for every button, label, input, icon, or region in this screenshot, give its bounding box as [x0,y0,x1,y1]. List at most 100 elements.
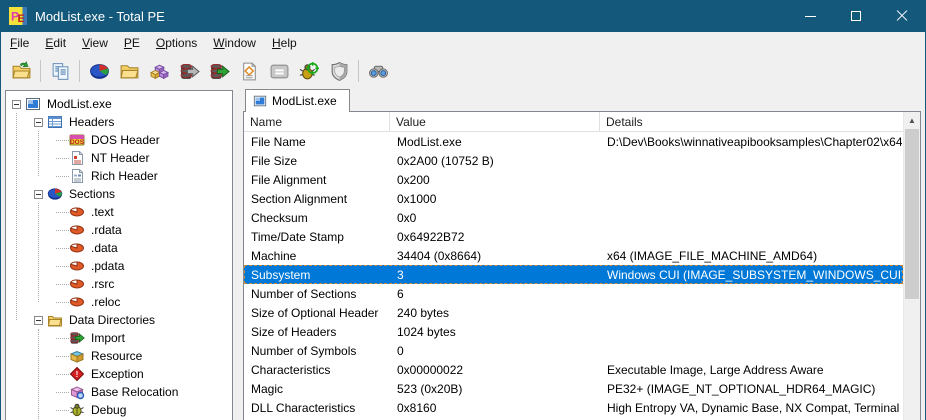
tree-item-data[interactable]: .data [6,239,232,257]
menu-item-help[interactable]: Help [264,33,305,53]
tree-connector [56,248,69,249]
caption-buttons [787,0,925,32]
cell-name: DLL Characteristics [245,401,391,415]
column-header-details[interactable]: Details [600,112,903,131]
tree-item-label: .rdata [88,222,125,238]
table-row-file-name[interactable]: File NameModList.exeD:\Dev\Books\winnati… [244,132,903,151]
section-slice-icon [69,294,85,310]
cell-name: Size of Headers [245,325,391,339]
tree-connector [56,230,69,231]
tree-item-headers[interactable]: Headers [6,113,232,131]
table-row-magic[interactable]: Magic523 (0x20B)PE32+ (IMAGE_NT_OPTIONAL… [244,379,903,398]
scrollbar-thumb[interactable] [905,129,919,299]
svg-text:DOS: DOS [70,139,85,146]
cell-value: 0x00000022 [391,363,601,377]
column-header-name[interactable]: Name [244,112,390,131]
table-row-time-date-stamp[interactable]: Time/Date Stamp0x64922B72 [244,227,903,246]
cell-details: PE32+ (IMAGE_NT_OPTIONAL_HDR64_MAGIC) [601,382,902,396]
tree-item-label: .text [88,204,117,220]
table-row-checksum[interactable]: Checksum0x0 [244,208,903,227]
tree-item-resource[interactable]: Resource [6,347,232,365]
open-folder-icon [119,61,140,82]
menu-item-options[interactable]: Options [148,33,205,53]
table-row-section-alignment[interactable]: Section Alignment0x1000 [244,189,903,208]
tree-item-nt-header[interactable]: NT Header [6,149,232,167]
toolbar-button-sections[interactable] [144,57,174,85]
cell-name: Characteristics [245,363,391,377]
tree-item-sections[interactable]: Sections [6,185,232,203]
tree-item-text[interactable]: .text [6,203,232,221]
tree-item-dos-header[interactable]: DOSDOS Header [6,131,232,149]
tree-item-base-relocation[interactable]: Base Relocation [6,383,232,401]
menu-item-view[interactable]: View [74,33,116,53]
minimize-button[interactable] [787,0,833,32]
tree-item-label: DOS Header [88,132,163,148]
cell-name: Machine [245,249,391,263]
debug-bug-icon [69,402,85,418]
toolbar-button-open-folder[interactable] [114,57,144,85]
table-row-size-of-headers[interactable]: Size of Headers1024 bytes [244,322,903,341]
toolbar-button-import-database[interactable] [204,57,234,85]
section-slice-icon [69,240,85,256]
cell-value: 34404 (0x8664) [391,249,601,263]
tree-item-reloc[interactable]: .reloc [6,293,232,311]
tree-item-exception[interactable]: !Exception [6,365,232,383]
collapse-expander-icon[interactable] [34,316,43,325]
toolbar-separator [40,60,41,82]
column-header-value[interactable]: Value [390,112,600,131]
table-row-file-size[interactable]: File Size0x2A00 (10752 B) [244,151,903,170]
tree-connector [56,374,69,375]
tree-item-modlist-exe[interactable]: ModList.exe [6,95,232,113]
toolbar-button-debug-target[interactable] [294,57,324,85]
tree-item-rich-header[interactable]: Rich Header [6,167,232,185]
menu-item-pe[interactable]: PE [116,33,148,53]
menu-item-edit[interactable]: Edit [37,33,74,53]
window-title: ModList.exe - Total PE [35,9,165,24]
toolbar-button-copy[interactable] [45,57,75,85]
toolbar-button-open-file[interactable] [6,57,36,85]
tree-item-import[interactable]: Import [6,329,232,347]
toolbar-button-shield[interactable] [324,57,354,85]
toolbar-button-pie-chart[interactable] [84,57,114,85]
collapse-expander-icon[interactable] [34,118,43,127]
tree-item-rsrc[interactable]: .rsrc [6,275,232,293]
table-row-file-alignment[interactable]: File Alignment0x200 [244,170,903,189]
collapse-expander-icon[interactable] [12,100,21,109]
tree-item-label: .data [88,240,121,256]
menu-item-window[interactable]: Window [205,33,264,53]
toolbar-button-resource-doc[interactable] [234,57,264,85]
table-row-number-of-sections[interactable]: Number of Sections6 [244,284,903,303]
table-row-characteristics[interactable]: Characteristics0x00000022Executable Imag… [244,360,903,379]
svg-text:E: E [18,13,25,25]
table-row-dll-characteristics[interactable]: DLL Characteristics0x8160High Entropy VA… [244,398,903,417]
cell-value: 0x200 [391,173,601,187]
menu-item-file[interactable]: File [2,33,37,53]
table-row-machine[interactable]: Machine34404 (0x8664)x64 (IMAGE_FILE_MAC… [244,246,903,265]
toolbar-button-equals[interactable] [264,57,294,85]
tree-item-rdata[interactable]: .rdata [6,221,232,239]
tree-item-pdata[interactable]: .pdata [6,257,232,275]
tree-item-label: NT Header [88,150,152,166]
cell-value: 1024 bytes [391,325,601,339]
toolbar-button-export-database[interactable] [174,57,204,85]
title-bar: PE ModList.exe - Total PE [1,0,925,32]
tab-modlist[interactable]: ModList.exe [245,89,350,112]
cell-details: Windows CUI (IMAGE_SUBSYSTEM_WINDOWS_CUI… [601,268,902,282]
import-database-icon [209,61,230,82]
cell-name: Magic [245,382,391,396]
maximize-button[interactable] [833,0,879,32]
cell-value: 0x1000 [391,192,601,206]
tree-item-debug[interactable]: Debug [6,401,232,419]
table-row-number-of-symbols[interactable]: Number of Symbols0 [244,341,903,360]
scroll-up-button[interactable]: ▲ [904,112,920,129]
table-row-size-of-optional-header[interactable]: Size of Optional Header240 bytes [244,303,903,322]
table-row-subsystem[interactable]: Subsystem3Windows CUI (IMAGE_SUBSYSTEM_W… [244,265,903,284]
collapse-expander-icon[interactable] [34,190,43,199]
toolbar [2,54,924,88]
pie-chart-icon [89,61,110,82]
toolbar-button-find-binoculars[interactable] [363,57,393,85]
tree-item-data-directories[interactable]: Data Directories [6,311,232,329]
tree-connector [56,392,69,393]
close-button[interactable] [879,0,925,32]
vertical-scrollbar[interactable]: ▲ [903,112,920,420]
